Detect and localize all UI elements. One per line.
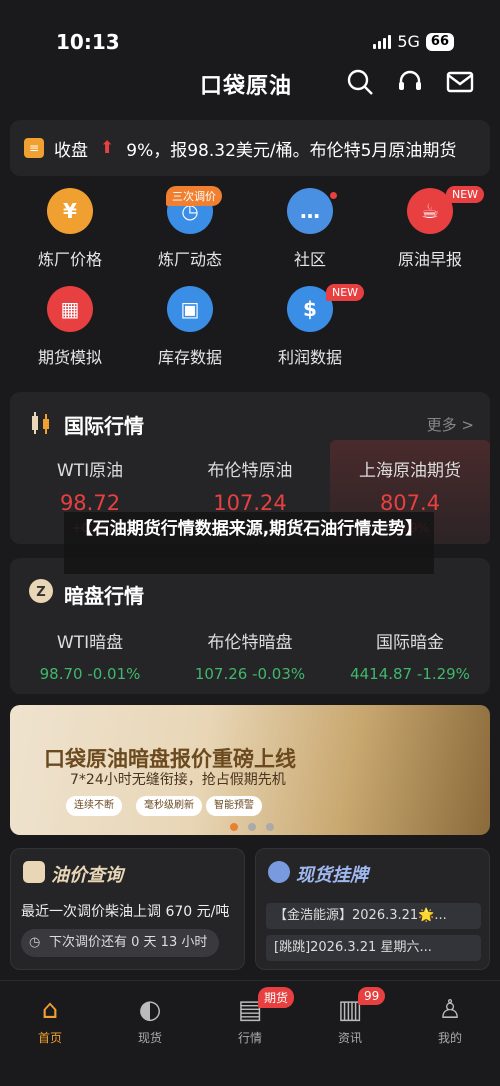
fuel-pump-icon: [23, 861, 45, 883]
badge: NEW: [446, 186, 485, 203]
tab-label: 首页: [37, 1031, 62, 1045]
banner-pill: 毫秒级刷新: [136, 796, 202, 816]
tab-bar: ⌂ 首页 ◐ 现货 ▤ 行情 期货 ▥ 资讯 99 ♙ 我的: [0, 980, 500, 1086]
grid-item-0[interactable]: ¥ 炼厂价格: [10, 188, 130, 270]
grid-item-label: 库存数据: [157, 348, 222, 367]
battery-icon: 66: [425, 32, 454, 51]
ticker-label: 收盘: [54, 140, 88, 161]
person-icon: ♙: [438, 995, 462, 1025]
gold-bars-icon: ▦: [47, 286, 93, 332]
tab-drop[interactable]: ◐ 现货: [100, 995, 200, 1046]
oil-latest: 最近一次调价柴油上调 670 元/吨: [21, 904, 230, 920]
list-item[interactable]: 【金浩能源】2026.3.21🌟...: [266, 903, 481, 929]
tab-badge: 期货: [258, 987, 295, 1008]
dark-title: 暗盘行情: [64, 584, 144, 608]
mail-icon[interactable]: [446, 68, 474, 96]
tab-label: 我的: [437, 1031, 462, 1045]
news-ticker[interactable]: ≡ 收盘 ⬆ 9%，报98.32美元/桶。布伦特5月原油期货: [10, 120, 490, 176]
chat-icon: …: [287, 188, 333, 234]
dark-market-cell[interactable]: WTI暗盘 98.70 -0.01%: [10, 628, 170, 683]
intl-title: 国际行情: [64, 414, 144, 438]
tab-person[interactable]: ♙ 我的: [400, 995, 500, 1046]
app-logo: 口袋原油: [200, 74, 293, 99]
candlestick-icon: [32, 412, 49, 434]
signal-icon: [373, 34, 392, 49]
grid-item-3[interactable]: ☕ 原油早报 NEW: [370, 186, 490, 270]
tab-label: 现货: [137, 1031, 162, 1045]
badge: NEW: [326, 284, 365, 301]
grid-item-1[interactable]: ◷ 炼厂动态 三次调价: [130, 186, 250, 270]
market-value: 98.70 -0.01%: [39, 665, 141, 683]
grid-item-label: 原油早报: [397, 250, 462, 269]
network-label: 5G: [397, 32, 420, 51]
oil-countdown-text: 下次调价还有 0 天 13 小时: [49, 935, 208, 950]
banner-pill: 智能预警: [206, 796, 262, 816]
oil-countdown: ◷ 下次调价还有 0 天 13 小时: [21, 929, 220, 957]
tab-chart[interactable]: ▤ 行情 期货: [200, 987, 300, 1046]
grid-item-5[interactable]: ▣ 库存数据: [130, 286, 250, 368]
search-icon[interactable]: [346, 68, 374, 96]
status-time: 10:13: [56, 30, 120, 54]
grid-item-label: 利润数据: [277, 348, 342, 367]
notification-dot: [330, 192, 337, 199]
more-link[interactable]: 更多 >: [427, 414, 474, 435]
market-name: 布伦特原油: [207, 461, 293, 481]
market-value: 4414.87 -1.29%: [350, 665, 470, 683]
app-header: 口袋原油: [0, 60, 500, 104]
list-item[interactable]: [跳跳]2026.3.21 星期六...: [266, 935, 481, 961]
spot-card[interactable]: 现货挂牌 【金浩能源】2026.3.21🌟... [跳跳]2026.3.21 星…: [255, 848, 490, 970]
list-icon: ≡: [24, 138, 44, 158]
grid-item-label: 期货模拟: [37, 348, 102, 367]
market-name: WTI暗盘: [56, 633, 124, 653]
market-name: 上海原油期货: [359, 461, 461, 481]
grid-item-4[interactable]: ▦ 期货模拟: [10, 286, 130, 368]
drop-icon: [268, 861, 290, 883]
tab-news[interactable]: ▥ 资讯 99: [300, 987, 400, 1046]
monitor-chart-icon: ▣: [167, 286, 213, 332]
dark-market-card: Z 暗盘行情 WTI暗盘 98.70 -0.01% 布伦特暗盘 107.26 -0.0…: [10, 558, 490, 694]
tab-home[interactable]: ⌂ 首页: [0, 995, 100, 1046]
grid-item-label: 炼厂价格: [37, 250, 102, 269]
headset-icon[interactable]: [396, 68, 424, 96]
oil-price-card[interactable]: 油价查询 最近一次调价柴油上调 670 元/吨 ◷ 下次调价还有 0 天 13 小…: [10, 848, 245, 970]
carousel-dots[interactable]: [230, 823, 274, 831]
tab-badge: 99: [358, 987, 386, 1005]
spot-title: 现货挂牌: [296, 865, 368, 886]
ticker-text: 9%，报98.32美元/桶。布伦特5月原油期货: [126, 140, 457, 161]
market-value: 107.26 -0.03%: [194, 665, 306, 683]
dark-market-cell[interactable]: 布伦特暗盘 107.26 -0.03%: [170, 628, 330, 683]
market-name: 国际暗金: [376, 633, 444, 653]
oil-title: 油价查询: [51, 865, 123, 886]
grid-item-2[interactable]: … 社区: [250, 188, 370, 270]
promo-banner[interactable]: 口袋原油暗盘报价重磅上线 7*24小时无缝衔接，抢占假期先机 连续不断 毫秒级刷…: [10, 705, 490, 835]
grid-item-label: 社区: [293, 250, 326, 269]
coin-icon: Z: [29, 579, 53, 603]
banner-pill: 连续不断: [66, 796, 122, 816]
drop-icon: ◐: [138, 995, 162, 1025]
refinery-price-icon: ¥: [47, 188, 93, 234]
clock-icon: ◷: [29, 935, 41, 950]
tab-label: 行情: [237, 1031, 262, 1045]
tab-label: 资讯: [337, 1031, 362, 1045]
caption-overlay: 【石油期货行情数据来源,期货石油行情走势】: [64, 512, 434, 574]
dark-market-cell[interactable]: 国际暗金 4414.87 -1.29%: [330, 628, 490, 683]
up-arrow-icon: ⬆: [100, 138, 115, 158]
grid-item-6[interactable]: $ 利润数据 NEW: [250, 284, 370, 368]
home-icon: ⌂: [41, 995, 59, 1025]
market-name: 布伦特暗盘: [207, 633, 293, 653]
grid-item-label: 炼厂动态: [157, 250, 222, 269]
badge: 三次调价: [166, 186, 222, 206]
market-name: WTI原油: [56, 461, 124, 481]
svg-text:Z: Z: [36, 585, 45, 600]
banner-subtitle: 7*24小时无缝衔接，抢占假期先机: [70, 772, 286, 788]
